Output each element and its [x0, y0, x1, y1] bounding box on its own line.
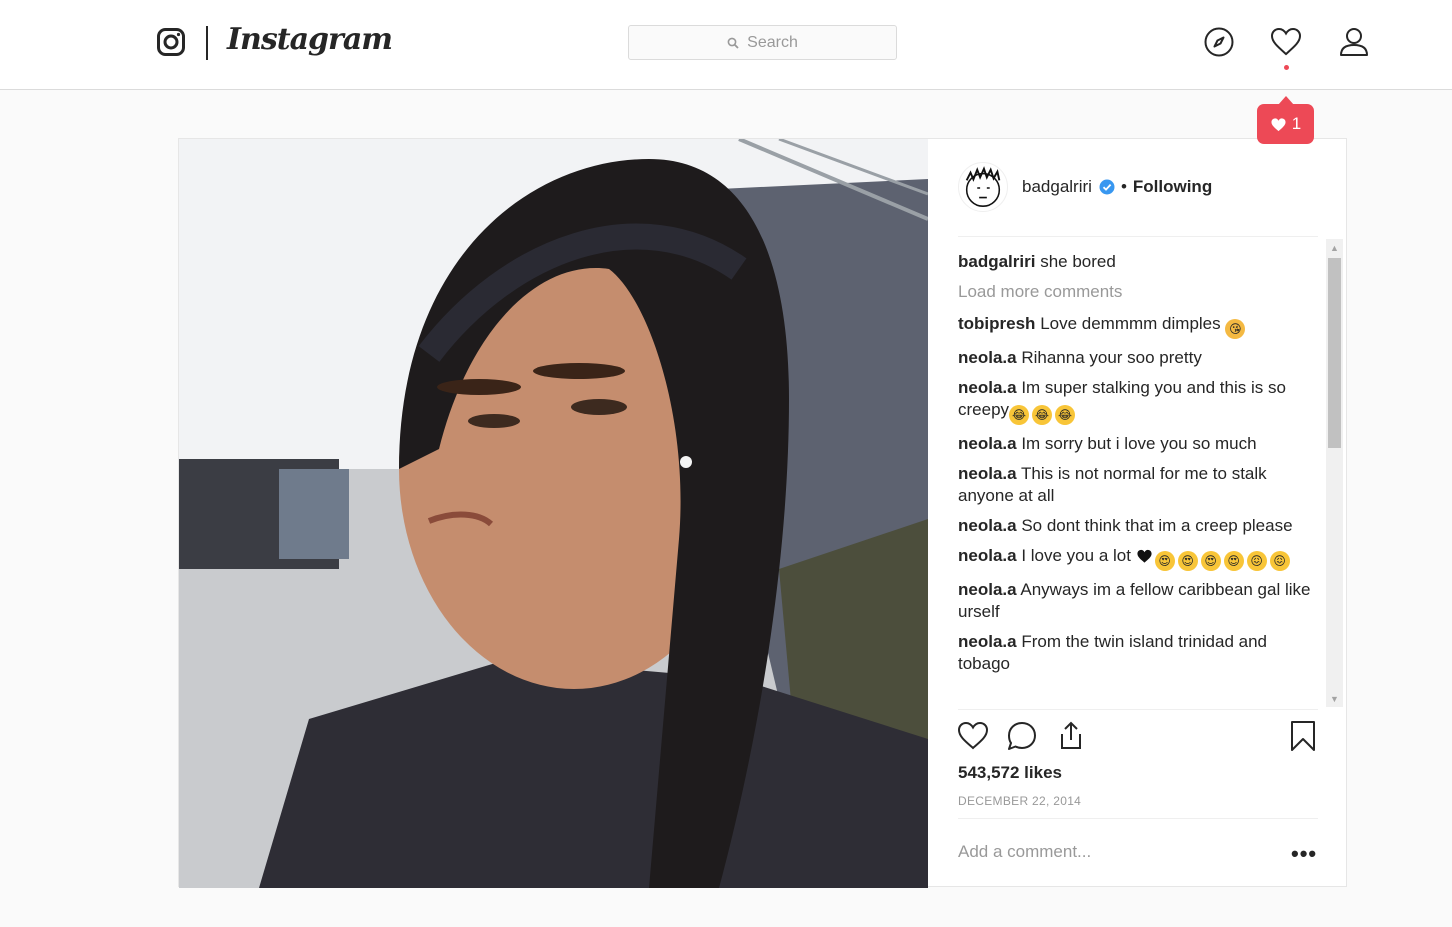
heart-filled-icon	[1271, 117, 1286, 131]
comment-bubble-icon[interactable]	[1005, 719, 1039, 753]
divider	[958, 818, 1318, 819]
avatar[interactable]	[958, 162, 1008, 212]
comment-text: Love demmmm dimples	[1040, 314, 1221, 333]
scroll-down-arrow-icon[interactable]: ▼	[1326, 690, 1343, 707]
bookmark-icon[interactable]	[1286, 719, 1320, 753]
post-username[interactable]: badgalriri	[1022, 177, 1092, 197]
instagram-logo-wordmark[interactable]: Instagram	[227, 22, 393, 57]
confounded-emoji-icon: 😖	[1246, 551, 1267, 571]
comment-text: Im sorry but i love you so much	[1021, 434, 1257, 453]
load-more-comments-button[interactable]: Load more comments	[958, 281, 1320, 303]
post-photo[interactable]	[179, 139, 928, 888]
instagram-glyph-icon[interactable]	[157, 28, 185, 56]
search-input[interactable]: Search	[628, 25, 897, 60]
following-button[interactable]: Following	[1133, 177, 1212, 197]
caption: badgalriri she bored	[958, 251, 1320, 273]
comment-item: neola.a Rihanna your soo pretty	[958, 347, 1320, 369]
heart-eyes-emoji-icon: 😍	[1223, 551, 1244, 571]
joy-emoji-icon: 😂	[1055, 405, 1076, 425]
comment-text: Rihanna your soo pretty	[1021, 348, 1202, 367]
comment-list[interactable]: badgalriri she bored Load more comments …	[958, 251, 1320, 709]
caption-username[interactable]: badgalriri	[958, 252, 1035, 271]
comment-username[interactable]: tobipresh	[958, 314, 1035, 333]
verified-badge-icon	[1099, 179, 1115, 195]
comment-username[interactable]: neola.a	[958, 348, 1017, 367]
comment-item: neola.a Im super stalking you and this i…	[958, 377, 1320, 425]
comment-item: tobipresh Love demmmm dimples 😘	[958, 313, 1320, 339]
comment-username[interactable]: neola.a	[958, 516, 1017, 535]
share-icon[interactable]	[1054, 719, 1088, 753]
joy-emoji-icon: 😂	[1032, 405, 1053, 425]
notification-popup[interactable]: 1	[1257, 96, 1314, 144]
comment-username[interactable]: neola.a	[958, 378, 1017, 397]
comment-item: neola.a Im sorry but i love you so much	[958, 433, 1320, 455]
black-heart-emoji-icon	[1137, 549, 1152, 563]
confounded-emoji-icon: 😖	[1269, 551, 1290, 571]
comment-username[interactable]: neola.a	[958, 580, 1017, 599]
divider	[958, 236, 1318, 237]
like-count[interactable]: 543,572 likes	[958, 763, 1062, 783]
comment-username[interactable]: neola.a	[958, 546, 1017, 565]
caption-text: she bored	[1040, 252, 1116, 271]
comment-username[interactable]: neola.a	[958, 464, 1017, 483]
kiss-emoji-icon: 😘	[1225, 319, 1246, 339]
heart-eyes-emoji-icon: 😍	[1200, 551, 1221, 571]
post-card: badgalriri • Following badgalriri she bo…	[178, 138, 1347, 888]
notification-dot	[1284, 65, 1289, 70]
search-icon	[727, 37, 739, 49]
comment-username[interactable]: neola.a	[958, 434, 1017, 453]
scroll-up-arrow-icon[interactable]: ▲	[1326, 239, 1343, 256]
comment-item: neola.a Anyways im a fellow caribbean ga…	[958, 579, 1320, 623]
comment-text: So dont think that im a creep please	[1021, 516, 1293, 535]
post-header: badgalriri • Following	[958, 159, 1212, 215]
user-icon[interactable]	[1336, 24, 1372, 60]
heart-icon[interactable]	[1268, 24, 1304, 60]
comment-item: neola.a From the twin island trinidad an…	[958, 631, 1320, 675]
heart-eyes-emoji-icon: 😍	[1177, 551, 1198, 571]
top-nav: Instagram Search	[0, 0, 1452, 90]
comment-text: I love you a lot	[1021, 546, 1131, 565]
compass-icon[interactable]	[1201, 24, 1237, 60]
divider	[958, 709, 1318, 710]
scrollbar-thumb[interactable]	[1328, 258, 1341, 448]
header-separator: •	[1120, 177, 1127, 196]
comment-item: neola.a So dont think that im a creep pl…	[958, 515, 1320, 537]
search-placeholder: Search	[747, 33, 798, 51]
add-comment-input[interactable]: Add a comment...	[958, 842, 1091, 862]
more-options-button[interactable]: •••	[1291, 841, 1317, 867]
brand-divider	[206, 26, 208, 60]
like-heart-icon[interactable]	[956, 719, 990, 753]
comments-scrollbar[interactable]: ▲ ▼	[1326, 239, 1343, 707]
post-date[interactable]: DECEMBER 22, 2014	[958, 794, 1081, 808]
heart-eyes-emoji-icon: 😍	[1154, 551, 1175, 571]
joy-emoji-icon: 😂	[1009, 405, 1030, 425]
notification-count: 1	[1291, 114, 1302, 133]
comment-item: neola.a This is not normal for me to sta…	[958, 463, 1320, 507]
comment-username[interactable]: neola.a	[958, 632, 1017, 651]
post-sidebar: badgalriri • Following badgalriri she bo…	[928, 139, 1347, 886]
comment-item: neola.a I love you a lot 😍 😍 😍 😍 😖 😖	[958, 545, 1320, 571]
